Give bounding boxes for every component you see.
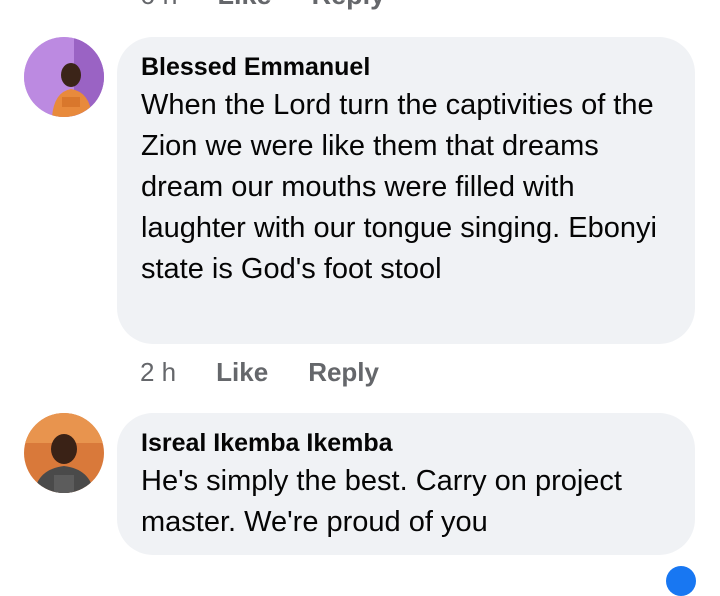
like-button[interactable]: Like <box>216 357 268 388</box>
avatar-image <box>24 37 104 117</box>
avatar[interactable] <box>24 413 104 493</box>
avatar[interactable] <box>24 37 104 117</box>
avatar-image <box>24 413 104 493</box>
comment-author[interactable]: Isreal Ikemba Ikemba <box>141 427 671 459</box>
reply-button[interactable]: Reply <box>312 0 386 11</box>
previous-comment-actions: 6 h Like Reply <box>140 0 385 10</box>
comment-bubble[interactable]: Blessed Emmanuel When the Lord turn the … <box>117 37 695 344</box>
reply-button[interactable]: Reply <box>308 357 379 388</box>
comment-bubble[interactable]: Isreal Ikemba Ikemba He's simply the bes… <box>117 413 695 555</box>
comment-text: When the Lord turn the captivities of th… <box>141 89 657 285</box>
comment-actions: 2 h Like Reply <box>140 355 379 389</box>
reaction-icon[interactable] <box>666 566 696 596</box>
comment-author[interactable]: Blessed Emmanuel <box>141 51 671 83</box>
like-button[interactable]: Like <box>218 0 272 11</box>
comment-time[interactable]: 2 h <box>140 357 176 388</box>
comment-text: He's simply the best. Carry on project m… <box>141 465 622 538</box>
comment-time: 6 h <box>140 0 178 11</box>
